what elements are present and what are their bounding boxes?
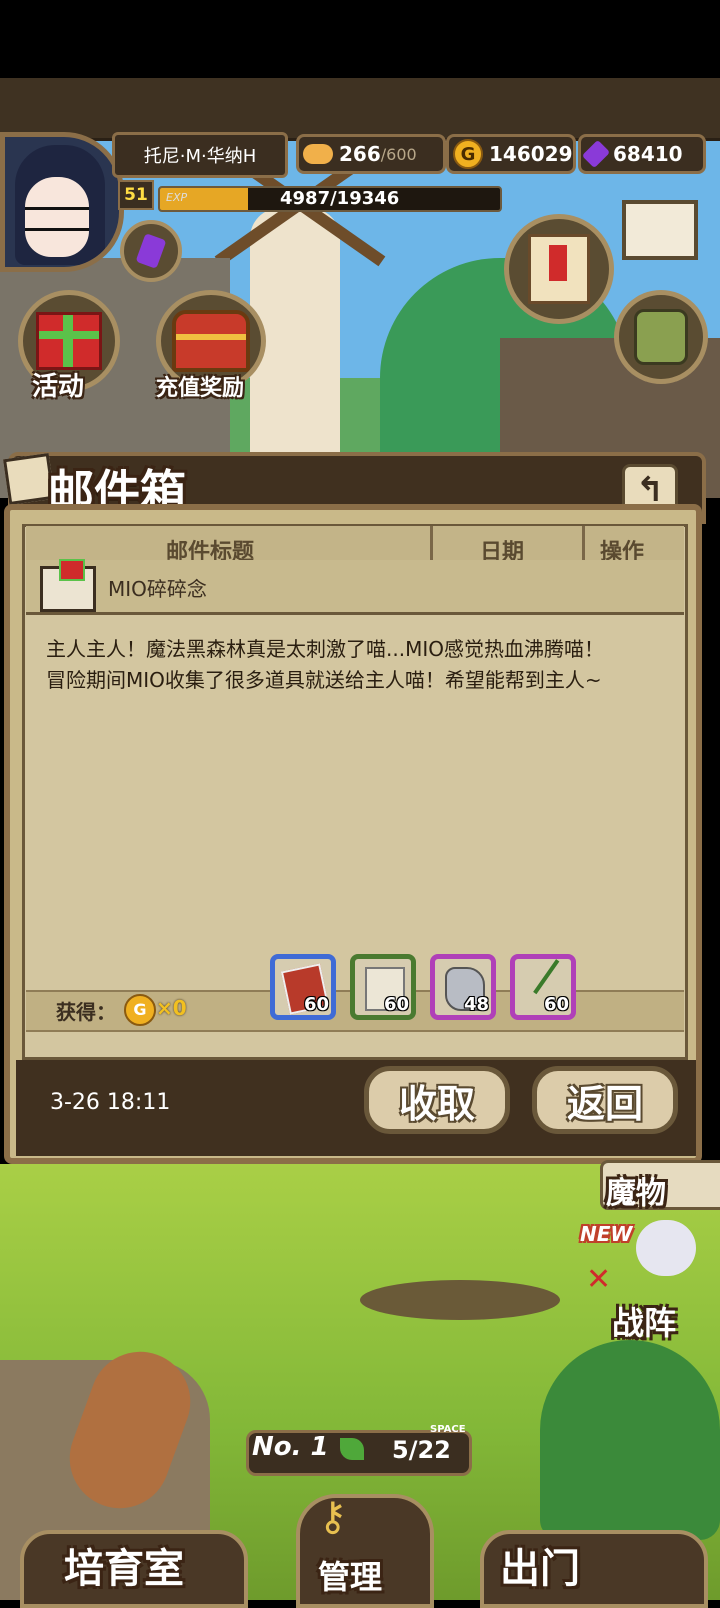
leaf-icon [340,1438,364,1460]
mail-body-line: 主人主人！魔法黑森林真是太刺激了喵...MIO感觉热血沸腾喵！ [46,637,604,661]
monster-label: 魔物 [606,1176,666,1211]
activity-label: 活动 [32,372,85,402]
divider [430,526,433,562]
return-button[interactable]: 返回 [532,1066,678,1134]
gold-pill[interactable]: G 146029 [446,134,576,174]
gold-reward-count: ×0 [156,996,187,1020]
floor-number: No. 1 [252,1432,329,1462]
divider [582,526,585,562]
gem-icon [581,139,611,169]
gold-coin-icon: G [124,994,156,1026]
exp-bar: EXP 4987/19346 [158,186,502,212]
gem-value: 68410 [613,142,683,166]
stamina-pill[interactable]: 266 /600 [296,134,446,174]
bag-button[interactable] [614,290,708,384]
monster-portrait[interactable] [636,1220,696,1276]
obtain-label: 获得： [56,1000,116,1024]
keys-icon: ⚷ [318,1494,348,1540]
mail-subject: MIO碎碎念 [108,577,207,601]
reward-item-scroll[interactable]: 60 [350,954,416,1020]
buy-gems-button[interactable] [120,220,182,282]
gold-coin-icon: G [453,139,483,169]
nav-manage[interactable]: 管理 [318,1552,382,1598]
new-badge: NEW [580,1222,633,1246]
gift-icon [36,312,102,370]
stamina-max: /600 [380,144,417,164]
player-name: 托尼·M·华纳H [112,132,288,178]
nav-exit[interactable]: 出门 [500,1536,580,1594]
treasure-chest-icon [172,310,250,372]
gift-mail-icon [40,559,96,612]
hud-strip [0,78,720,141]
item-count: 60 [543,994,569,1015]
tree [540,1340,720,1540]
item-count: 48 [463,994,489,1015]
backpack-icon [634,309,688,365]
battle-formation-button[interactable]: 战阵 [612,1298,676,1344]
exp-label: EXP [166,191,188,204]
stamina-value: 266 [339,142,381,166]
mail-body: 主人主人！魔法黑森林真是太刺激了喵...MIO感觉热血沸腾喵！ 冒险期间MIO收… [46,634,676,696]
space-value: 5/22 [392,1436,451,1464]
nav-nursery[interactable]: 培育室 [64,1536,184,1594]
mail-body-line: 冒险期间MIO收集了很多道具就送给主人喵！希望能帮到主人~ [46,668,602,692]
dirt-hole [360,1280,560,1320]
quest-scroll-button[interactable] [504,214,614,324]
reward-item-herb[interactable]: 60 [510,954,589,1020]
mail-envelope-icon[interactable] [622,200,698,260]
bread-icon [303,144,333,164]
reward-item-stone[interactable]: 48 [430,954,496,1020]
scroll-icon [528,234,590,304]
mail-date: 3-26 18:11 [50,1090,171,1115]
exp-value: 4987/19346 [280,188,400,209]
gem-pill[interactable]: 68410 [578,134,706,174]
gold-value: 146029 [489,142,573,166]
item-count: 60 [303,994,329,1015]
item-count: 60 [383,994,409,1015]
player-avatar[interactable] [0,132,124,272]
status-bar-area [0,0,720,78]
crossed-swords-icon: ✕ [586,1262,612,1297]
collect-button[interactable]: 收取 [364,1066,510,1134]
player-level: 51 [118,180,154,210]
recharge-reward-label: 充值奖励 [156,375,245,401]
space-tag: SPACE [430,1424,466,1435]
gem-plus-icon [135,233,167,269]
reward-item-card[interactable]: 60 [270,954,336,1020]
